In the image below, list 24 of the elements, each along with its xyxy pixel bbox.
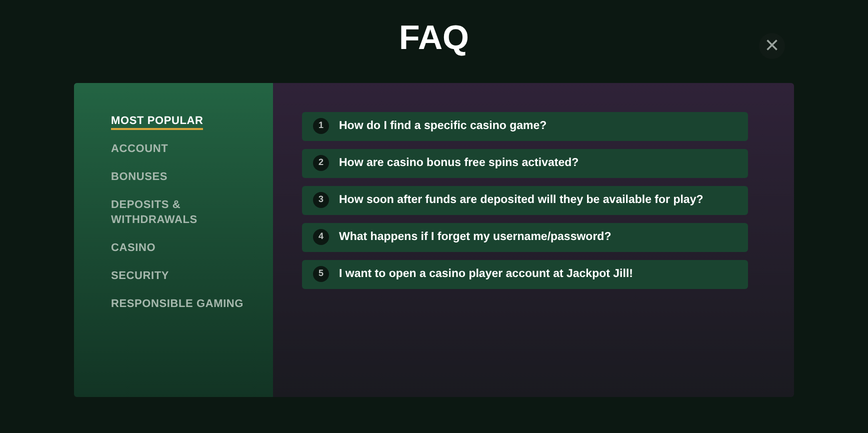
question-number: 3 [313, 192, 329, 208]
question-text: How do I find a specific casino game? [339, 119, 547, 133]
page-title: FAQ [399, 18, 469, 58]
question-item[interactable]: 2 How are casino bonus free spins activated? [302, 149, 748, 178]
category-tab[interactable]: MOST POPULAR [111, 114, 261, 129]
question-text: How soon after funds are deposited will they be available for play? [339, 193, 704, 207]
question-number: 5 [313, 266, 329, 282]
question-item[interactable]: 5 I want to open a casino player account at Jackpot Jill! [302, 260, 748, 289]
category-tab[interactable]: DEPOSITS & WITHDRAWALS [111, 198, 261, 228]
question-text: What happens if I forget my username/password? [339, 230, 612, 244]
question-item[interactable]: 1 How do I find a specific casino game? [302, 112, 748, 141]
category-tab[interactable]: BONUSES [111, 170, 261, 185]
question-item[interactable]: 4 What happens if I forget my username/password? [302, 223, 748, 252]
category-tab[interactable]: CASINO [111, 241, 261, 256]
category-tab[interactable]: ACCOUNT [111, 142, 261, 157]
question-number: 4 [313, 229, 329, 245]
question-number: 2 [313, 155, 329, 171]
close-button[interactable]: × [759, 33, 785, 59]
category-tab[interactable]: RESPONSIBLE GAMING [111, 297, 261, 312]
category-tab[interactable]: SECURITY [111, 269, 261, 284]
question-number: 1 [313, 118, 329, 134]
question-text: How are casino bonus free spins activated? [339, 156, 579, 170]
question-text: I want to open a casino player account at Jackpot Jill! [339, 267, 633, 281]
question-item[interactable]: 3 How soon after funds are deposited will they be available for play? [302, 186, 748, 215]
